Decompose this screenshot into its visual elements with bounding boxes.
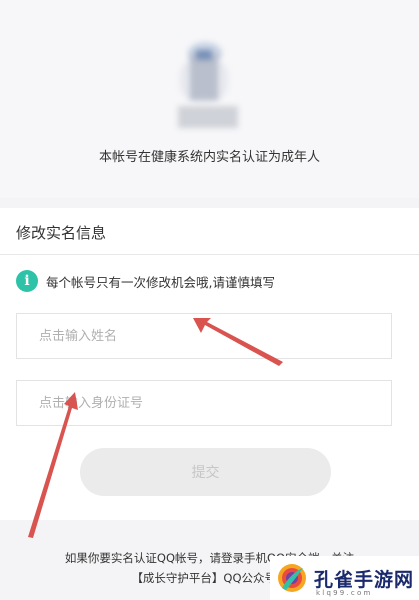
watermark-name: 孔雀手游网 xyxy=(314,568,415,591)
name-input[interactable] xyxy=(16,313,392,359)
avatar xyxy=(170,36,240,128)
notice: i 每个帐号只有一次修改机会哦,请谨慎填写 xyxy=(16,270,275,292)
id-number-input[interactable] xyxy=(16,380,392,426)
submit-button[interactable]: 提交 xyxy=(80,448,331,496)
site-watermark: 孔雀手游网 k l q 9 9 . c o m xyxy=(270,556,419,600)
edit-real-name-form: 修改实名信息 i 每个帐号只有一次修改机会哦,请谨慎填写 提交 xyxy=(0,208,419,520)
account-status-card: 本帐号在健康系统内实名认证为成年人 xyxy=(0,0,419,198)
info-icon: i xyxy=(16,270,38,292)
verification-status-text: 本帐号在健康系统内实名认证为成年人 xyxy=(98,150,320,165)
notice-text: 每个帐号只有一次修改机会哦,请谨慎填写 xyxy=(46,274,275,290)
watermark-url: k l q 9 9 . c o m xyxy=(316,589,371,597)
peacock-logo-icon xyxy=(276,562,308,594)
section-title: 修改实名信息 xyxy=(16,224,107,242)
divider xyxy=(0,254,419,255)
